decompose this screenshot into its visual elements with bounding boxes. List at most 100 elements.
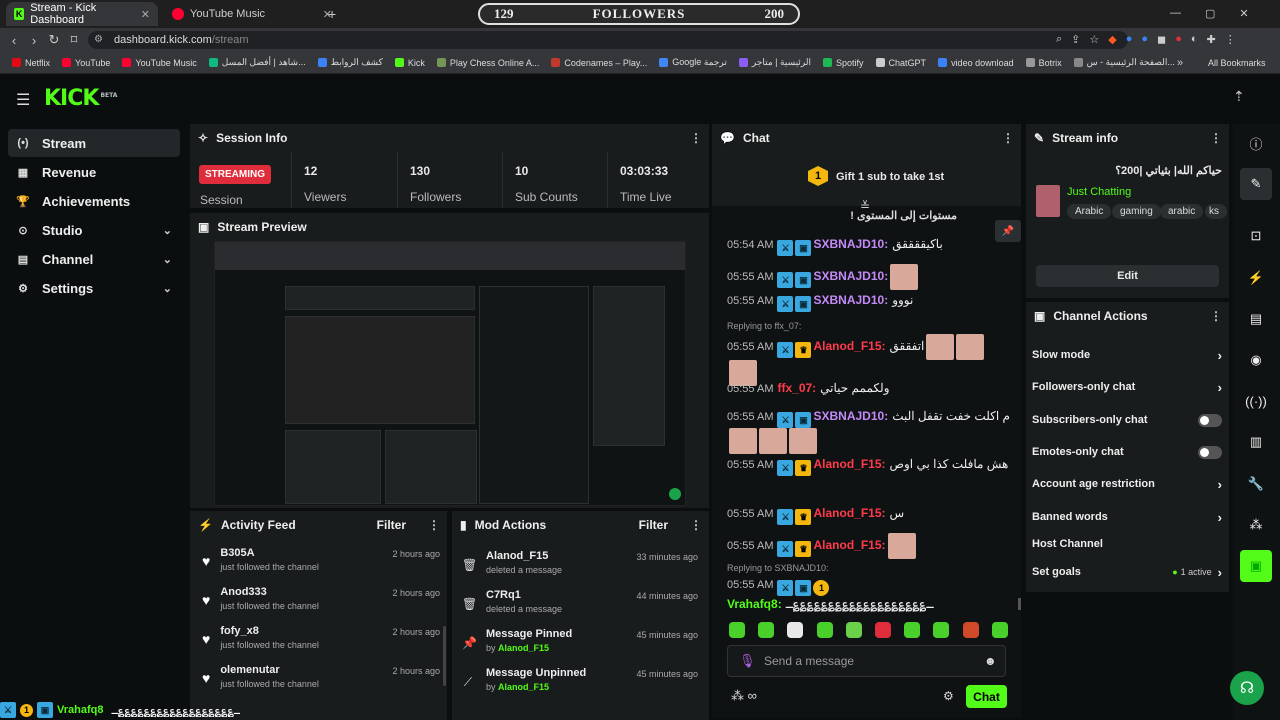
chat-message[interactable]: 05:55 AM ⚔ ▣ SXBNAJD10: bbox=[727, 264, 1013, 290]
activity-more-icon[interactable]: ⋮ bbox=[428, 518, 440, 532]
chat-message[interactable]: 05:55 AM ⚔ ♛ Alanod_F15: bbox=[727, 533, 1013, 559]
mod-action-item[interactable]: 🗑 Alanod_F15 deleted a message 33 minutes a… bbox=[462, 550, 698, 589]
sidebar-item-studio[interactable]: ⊙ Studio ⌄ bbox=[8, 216, 180, 244]
activity-scrollbar[interactable] bbox=[443, 626, 446, 686]
puzzle-icon[interactable]: ✚ bbox=[1207, 33, 1216, 46]
activity-item[interactable]: ♥ B305A just followed the channel 2 hours a… bbox=[200, 547, 440, 586]
stream-info-more-icon[interactable]: ⋮ bbox=[1210, 131, 1222, 145]
reload-icon[interactable]: ↻ bbox=[44, 32, 64, 48]
bookmark-5[interactable]: Kick bbox=[389, 58, 431, 68]
chat-username[interactable]: Alanod_F15 bbox=[813, 339, 881, 353]
bookmark-0[interactable]: Netflix bbox=[6, 58, 56, 68]
bookmark-12[interactable]: video download bbox=[932, 58, 1020, 68]
channel-action-slow-mode[interactable]: Slow mode › bbox=[1032, 345, 1222, 365]
chat-bubble-icon[interactable]: ◉ bbox=[1240, 344, 1272, 376]
chat-message[interactable]: Replying to ffx_07: 05:55 AM ⚔ ♛ Alanod_F15:… bbox=[727, 318, 1013, 386]
chat-message[interactable]: 05:55 AM ⚔ ♛ Alanod_F15: هش مافلت كذا بي اوص bbox=[727, 456, 1013, 476]
restore-icon[interactable]: ▢ bbox=[1205, 7, 1215, 20]
bookmark-4[interactable]: كشف الروابط bbox=[312, 57, 389, 68]
bookmark-10[interactable]: Spotify bbox=[817, 58, 870, 68]
site-info-icon[interactable]: ⚙ bbox=[94, 34, 103, 45]
close-window-icon[interactable]: ✕ bbox=[1239, 7, 1248, 20]
menu-icon[interactable]: ⋮ bbox=[1225, 33, 1236, 46]
emote-icon[interactable] bbox=[962, 622, 979, 638]
toggle-switch[interactable] bbox=[1198, 445, 1222, 459]
activity-filter-button[interactable]: Filter bbox=[377, 518, 406, 532]
chevron-right-icon[interactable]: › bbox=[1218, 380, 1222, 395]
chat-username[interactable]: SXBNAJD10 bbox=[813, 269, 884, 283]
lightning-icon[interactable]: ⚡ bbox=[1240, 262, 1272, 294]
chevron-down-icon[interactable]: ⌄ bbox=[163, 253, 172, 266]
bookmark-9[interactable]: الرئيسية | متاجر bbox=[733, 57, 817, 68]
new-tab-button[interactable]: + bbox=[328, 6, 336, 22]
bookmark-icon[interactable]: ⌑ bbox=[64, 32, 84, 48]
chat-username[interactable]: ffx_07 bbox=[777, 381, 812, 395]
emote-icon[interactable] bbox=[904, 622, 921, 638]
app-shortcut-icon[interactable]: ▣ bbox=[1240, 550, 1272, 582]
tag-gaming[interactable]: gaming bbox=[1112, 204, 1161, 219]
minimize-icon[interactable]: — bbox=[1170, 7, 1181, 20]
notes-icon[interactable]: ▤ bbox=[1240, 303, 1272, 335]
bookmarks-overflow-icon[interactable]: » bbox=[1177, 57, 1183, 69]
mod-action-item[interactable]: 🗑 C7Rq1 deleted a message 44 minutes ago bbox=[462, 589, 698, 628]
tag-arabic-2[interactable]: arabic bbox=[1160, 204, 1204, 219]
chevron-right-icon[interactable]: › bbox=[1218, 477, 1222, 492]
sidebar-item-channel[interactable]: ▤ Channel ⌄ bbox=[8, 245, 180, 273]
bookmark-13[interactable]: Botrix bbox=[1020, 58, 1068, 68]
extension-icon[interactable]: ● bbox=[1175, 33, 1182, 46]
reply-context[interactable]: Replying to ffx_07: bbox=[727, 318, 1013, 334]
moderation-icon[interactable]: ▥ bbox=[1240, 426, 1272, 458]
chevron-right-icon[interactable]: › bbox=[1218, 510, 1222, 525]
emote-icon[interactable] bbox=[787, 622, 804, 638]
info-icon[interactable]: ⓘ bbox=[1240, 127, 1272, 159]
emote-icon[interactable] bbox=[845, 622, 862, 638]
chat-scrollbar[interactable] bbox=[1018, 598, 1021, 610]
microphone-icon[interactable]: 🎙 bbox=[739, 653, 756, 669]
bookmark-6[interactable]: Play Chess Online A... bbox=[431, 58, 546, 68]
user-menu-icon[interactable]: ⇡ bbox=[1233, 88, 1245, 105]
chat-settings-icon[interactable]: ⚙ bbox=[943, 689, 954, 703]
bookmark-3[interactable]: شاهد | أفضل المسل... bbox=[203, 57, 312, 68]
emote-icon[interactable] bbox=[816, 622, 833, 638]
mod-action-item[interactable]: 📌 Message Pinned by Alanod_F15 45 minutes a… bbox=[462, 628, 698, 667]
chat-more-icon[interactable]: ⋮ bbox=[1002, 131, 1014, 145]
apps-icon[interactable]: ⁂ bbox=[1240, 509, 1272, 541]
extension-icon[interactable]: ● bbox=[1141, 33, 1148, 46]
tab-youtube-music[interactable]: YouTube Music ✕ bbox=[164, 2, 340, 26]
focus-icon[interactable]: ⊡ bbox=[1240, 220, 1272, 252]
activity-item[interactable]: ♥ olemenutar just followed the channel 2 ho… bbox=[200, 664, 440, 703]
star-icon[interactable]: ☆ bbox=[1089, 33, 1099, 46]
chat-input[interactable]: Send a message bbox=[727, 645, 1006, 677]
url-bar[interactable]: dashboard.kick.com/stream bbox=[88, 31, 1128, 49]
channel-action-account-age-restriction[interactable]: Account age restriction › bbox=[1032, 474, 1222, 494]
emote-icon[interactable] bbox=[729, 622, 745, 638]
mod-action-item[interactable]: ⟋ Message Unpinned by Alanod_F15 45 minutes… bbox=[462, 667, 698, 706]
emote-icon[interactable] bbox=[933, 622, 950, 638]
tab-kick-dashboard[interactable]: K Stream - Kick Dashboard ✕ bbox=[6, 2, 158, 26]
channel-action-subscribers-only-chat[interactable]: Subscribers-only chat bbox=[1032, 410, 1222, 430]
extension-icon[interactable]: ● bbox=[1126, 33, 1133, 46]
wrench-icon[interactable]: 🔧 bbox=[1240, 468, 1272, 500]
activity-item[interactable]: ♥ Anod333 just followed the channel 2 hours… bbox=[200, 586, 440, 625]
emoji-picker-icon[interactable]: ☻ bbox=[984, 654, 997, 668]
channel-action-host-channel[interactable]: Host Channel bbox=[1032, 534, 1222, 554]
chat-username[interactable]: Alanod_F15 bbox=[813, 538, 881, 552]
chevron-down-icon[interactable]: ⌄ bbox=[163, 282, 172, 295]
bookmark-1[interactable]: YouTube bbox=[56, 58, 116, 68]
chevron-right-icon[interactable]: › bbox=[1218, 348, 1222, 363]
sidebar-item-achievements[interactable]: 🏆 Achievements bbox=[8, 187, 180, 215]
channel-action-set-goals[interactable]: Set goals ● 1 active › bbox=[1032, 562, 1222, 582]
session-more-icon[interactable]: ⋮ bbox=[690, 131, 702, 145]
back-icon[interactable]: ‹ bbox=[4, 33, 24, 48]
mod-filter-button[interactable]: Filter bbox=[639, 518, 668, 532]
bookmark-7[interactable]: Codenames – Play... bbox=[545, 58, 653, 68]
stream-preview-video[interactable] bbox=[214, 241, 686, 506]
activity-item[interactable]: ♥ fofy_x8 just followed the channel 2 hours… bbox=[200, 625, 440, 664]
chat-username[interactable]: SXBNAJD10 bbox=[813, 409, 884, 423]
channel-actions-more-icon[interactable]: ⋮ bbox=[1210, 309, 1222, 323]
extension-icon[interactable]: ◼ bbox=[1157, 33, 1166, 46]
chat-message[interactable]: 05:55 AM ⚔ ▣ SXBNAJD10: م اكلت خفت تقفل البث bbox=[727, 408, 1013, 454]
reply-context[interactable]: Replying to SXBNAJD10: bbox=[727, 560, 1013, 576]
chat-username[interactable]: Alanod_F15 bbox=[813, 506, 881, 520]
tag-ks[interactable]: ks bbox=[1205, 204, 1227, 219]
